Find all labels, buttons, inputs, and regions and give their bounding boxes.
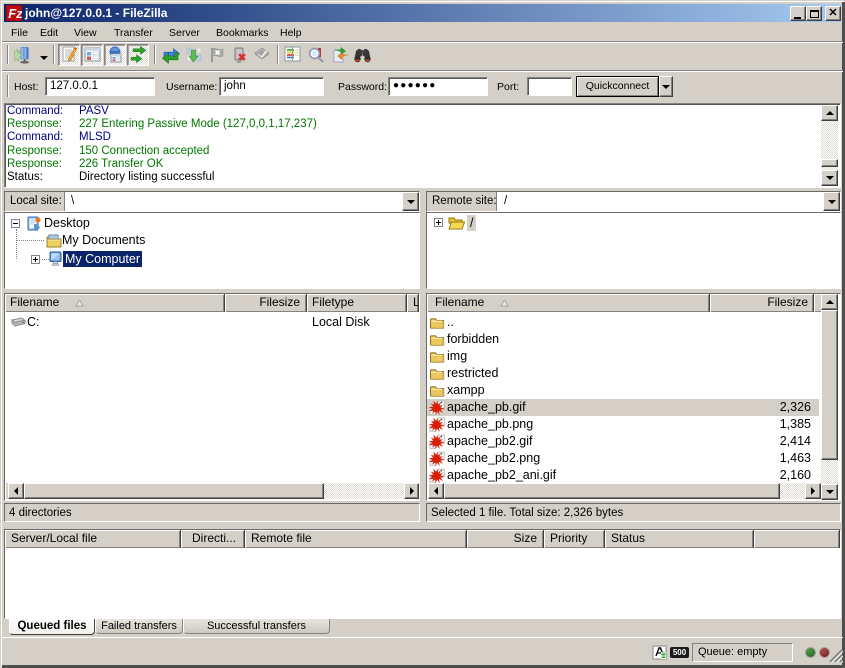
svg-text:Fz: Fz	[8, 6, 22, 21]
